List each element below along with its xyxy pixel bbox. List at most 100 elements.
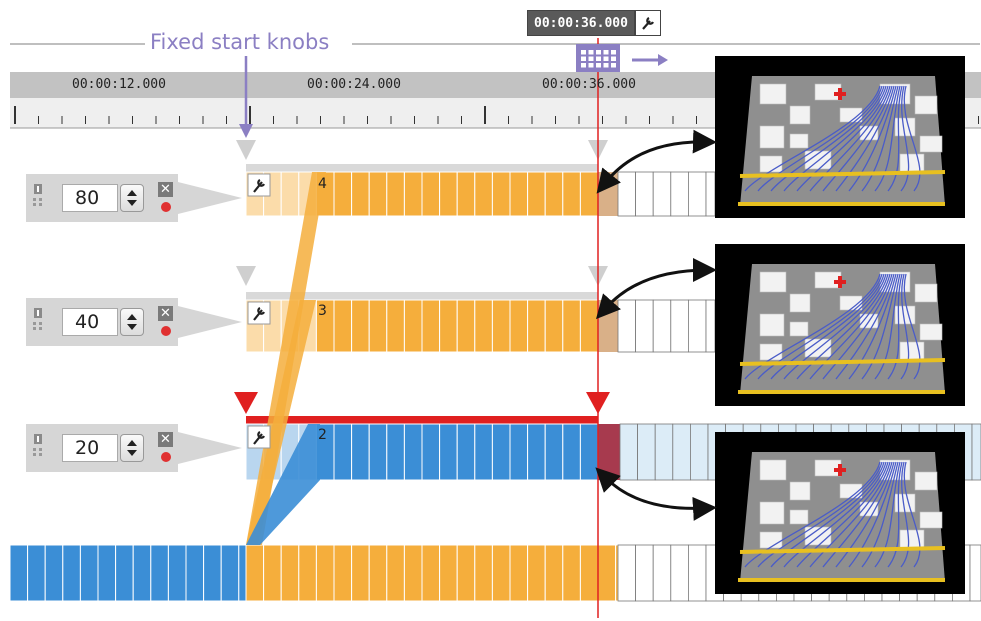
frame-cell [351, 544, 370, 602]
frame-cell [351, 423, 370, 481]
frame-cell [238, 544, 247, 602]
building [759, 155, 783, 173]
empty-cell [969, 544, 981, 602]
frame-cell [333, 544, 353, 602]
frame-cell [456, 544, 476, 602]
frame-cell [333, 423, 353, 481]
frame-cell [474, 171, 493, 217]
playhead-time: 00:00:36.000 [527, 10, 635, 36]
frame-cell [27, 544, 46, 602]
frame-cell [62, 544, 81, 602]
empty-cell [971, 423, 981, 481]
empty-cell [705, 171, 716, 217]
frame-cell [368, 299, 388, 353]
value-stepper[interactable] [120, 434, 144, 462]
value-stepper[interactable] [120, 184, 144, 212]
empty-cell [690, 423, 709, 481]
building [919, 135, 943, 153]
thumbnail-2 [715, 432, 965, 594]
frame-cell [44, 544, 64, 602]
close-icon[interactable]: ✕ [158, 432, 173, 447]
frame-cell [527, 299, 546, 353]
frame-cell [562, 544, 581, 602]
frame-cell [456, 171, 476, 217]
track-index: 4 [318, 176, 327, 192]
annotation-arrowhead [239, 124, 253, 138]
frame-cell [544, 423, 564, 481]
empty-cell [635, 171, 654, 217]
empty-cell [670, 299, 689, 353]
thumbnail-4 [715, 56, 965, 218]
frame-cell [333, 299, 353, 353]
close-icon[interactable]: ✕ [158, 182, 173, 197]
frame-cell [456, 299, 476, 353]
value-input[interactable]: 20 [62, 434, 118, 462]
fixed-start-knobs-label: Fixed start knobs [150, 30, 330, 54]
building [759, 83, 787, 105]
frame-cell [386, 544, 405, 602]
wrench-icon [247, 301, 271, 325]
building [759, 271, 787, 293]
empty-cell [672, 423, 691, 481]
pin-icon[interactable] [32, 434, 44, 460]
frame-cell [491, 423, 511, 481]
playhead-time-display[interactable]: 00:00:36.000 [527, 10, 661, 36]
empty-cell [688, 544, 707, 602]
panel-pointer-3 [178, 306, 242, 338]
frame-cell [579, 423, 599, 481]
frame-cell [597, 544, 617, 602]
close-icon[interactable]: ✕ [158, 306, 173, 321]
frame-cell [421, 544, 441, 602]
value-input[interactable]: 80 [62, 184, 118, 212]
empty-cell [652, 299, 672, 353]
calendar-icon [576, 44, 620, 72]
frame-cell [333, 171, 353, 217]
track-index: 3 [318, 303, 327, 319]
frame-cell [167, 544, 187, 602]
record-icon[interactable] [161, 452, 171, 462]
building [789, 321, 809, 337]
frame-cell [368, 171, 388, 217]
ruler-label: 00:00:24.000 [307, 77, 401, 92]
frame-cell [562, 171, 581, 217]
arrow-right-icon [632, 54, 668, 66]
pin-icon[interactable] [32, 184, 44, 210]
frame-cell [491, 171, 511, 217]
frame-cell [79, 544, 99, 602]
building [789, 105, 811, 125]
frame-cell [509, 423, 529, 481]
frame-cell [403, 544, 423, 602]
thumbnail-3 [715, 244, 965, 406]
pin-icon[interactable] [32, 308, 44, 334]
frame-cell [403, 171, 423, 217]
record-icon[interactable] [161, 202, 171, 212]
frame-cell [439, 171, 458, 217]
record-icon[interactable] [161, 326, 171, 336]
frame-cell [439, 299, 458, 353]
building [789, 509, 809, 525]
building [914, 471, 938, 491]
building [759, 313, 785, 337]
wrench-icon[interactable] [634, 10, 661, 36]
track-control-panel-4: 80 ✕ [26, 174, 178, 222]
building [919, 323, 943, 341]
frame-cell [527, 544, 546, 602]
frame-cell [97, 544, 117, 602]
frame-cell [456, 423, 476, 481]
track-control-panel-2: 20 ✕ [26, 424, 178, 472]
wrench-icon [247, 173, 271, 197]
empty-cell [617, 544, 637, 602]
building [914, 95, 938, 115]
frame-cell [203, 544, 222, 602]
value-input[interactable]: 40 [62, 308, 118, 336]
empty-cell [688, 171, 707, 217]
frame-cell [527, 423, 546, 481]
frame-cell [9, 544, 29, 602]
value-stepper[interactable] [120, 308, 144, 336]
frame-cell [439, 423, 458, 481]
wrench-icon [247, 425, 271, 449]
frame-cell [280, 544, 300, 602]
frame-cell [421, 423, 441, 481]
building [759, 459, 787, 481]
frame-cell [491, 544, 511, 602]
